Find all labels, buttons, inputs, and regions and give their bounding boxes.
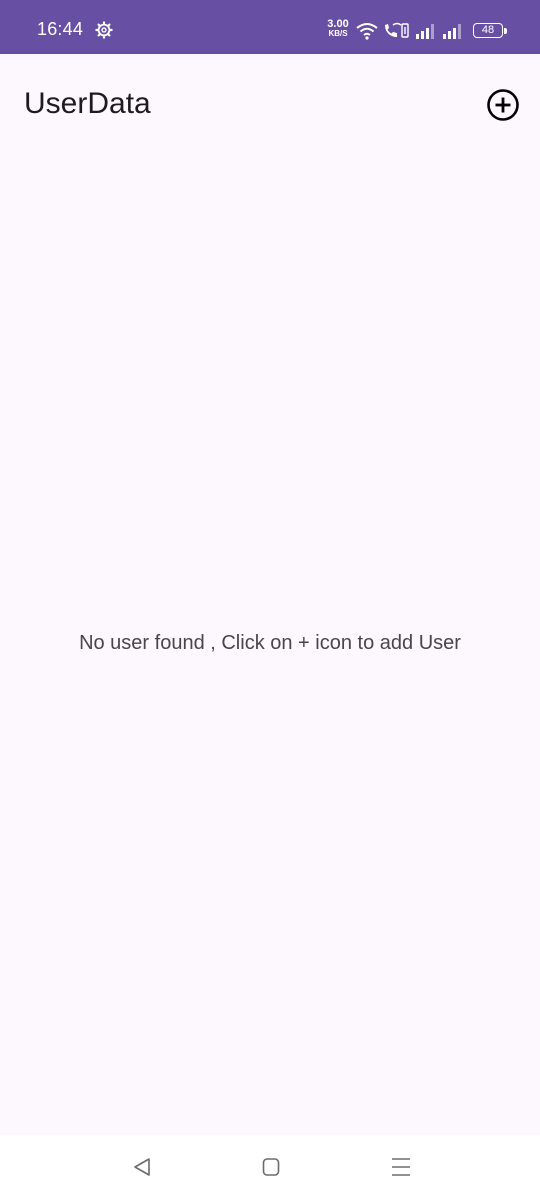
wifi-icon (356, 23, 378, 40)
add-user-button[interactable] (486, 88, 520, 122)
back-triangle-icon (134, 1158, 150, 1176)
network-speed-value: 3.00 (327, 18, 349, 30)
nav-home-button[interactable] (259, 1155, 283, 1179)
signal-sim1-icon (416, 24, 434, 39)
home-square-icon (262, 1158, 280, 1176)
wifi-calling-icon (385, 22, 409, 38)
status-time: 16:44 (37, 19, 84, 39)
empty-state-message: No user found , Click on + icon to add U… (79, 632, 461, 654)
signal-sim2-icon (443, 24, 461, 39)
settings-gear-icon (95, 21, 113, 39)
battery-level: 48 (481, 24, 495, 36)
page-title: UserData (24, 87, 151, 120)
battery-tip (504, 28, 507, 34)
network-speed: 3.00 KB/S (322, 18, 354, 39)
status-bar: 16:44 3.00 KB/S 48 (0, 0, 540, 54)
nav-recents-button[interactable] (389, 1155, 413, 1179)
nav-back-button[interactable] (130, 1155, 154, 1179)
battery-icon: 48 (473, 23, 503, 38)
network-speed-unit: KB/S (328, 29, 348, 38)
add-circle-icon (487, 89, 519, 121)
menu-lines-icon (392, 1158, 410, 1176)
system-nav-bar (0, 1135, 540, 1200)
